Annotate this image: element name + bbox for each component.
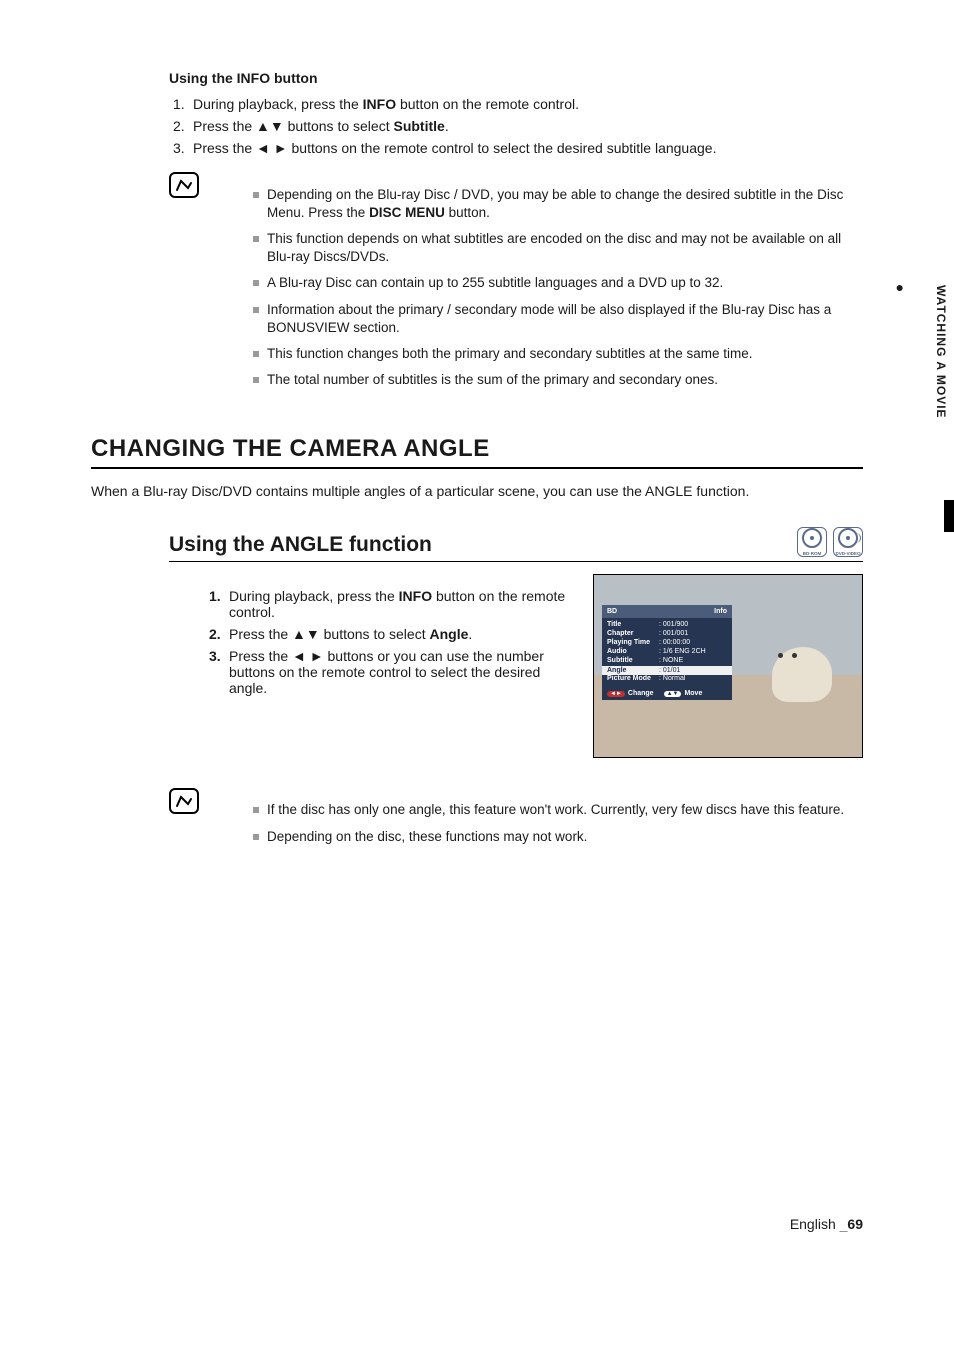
info-notes-list: Depending on the Blu-ray Disc / DVD, you…	[213, 186, 863, 398]
bd-rom-icon: BD-ROM	[797, 527, 827, 557]
disc-compat-icons: BD-ROM DVD-VIDEO	[797, 527, 863, 557]
osd-foot-move: ▲▼Move	[664, 690, 703, 697]
using-angle-function-heading: Using the ANGLE function	[169, 533, 432, 557]
footer-language: English	[790, 1216, 836, 1232]
osd-row-playing-time: Playing Time00:00:00	[607, 639, 727, 646]
info-steps-list: 1.During playback, press the INFO button…	[169, 96, 863, 156]
step-item: 1.During playback, press the INFO button…	[173, 96, 863, 112]
info-button-subhead: Using the INFO button	[169, 70, 863, 86]
puppy-image	[772, 647, 832, 702]
page-footer: English _69	[790, 1216, 863, 1232]
osd-row-title: Title001/900	[607, 621, 727, 628]
osd-row-angle: Angle01/01	[602, 666, 732, 675]
dvd-video-icon: DVD-VIDEO	[833, 527, 863, 557]
info-osd-panel: BD Info Title001/900 Chapter001/001 Playin…	[602, 605, 732, 700]
note-item: Depending on the Blu-ray Disc / DVD, you…	[253, 186, 863, 222]
step-item: 3.Press the ◄ ► buttons or you can use t…	[209, 648, 573, 696]
side-tab-marker	[944, 500, 954, 532]
camera-angle-lead: When a Blu-ray Disc/DVD contains multipl…	[91, 483, 863, 499]
side-tab-label: WATCHING A MOVIE	[928, 275, 954, 429]
osd-row-audio: Audio1/6 ENG 2CH	[607, 648, 727, 655]
note-item: A Blu-ray Disc can contain up to 255 sub…	[253, 274, 863, 292]
note-item: This function changes both the primary a…	[253, 345, 863, 363]
note-item: Depending on the disc, these functions m…	[253, 828, 863, 846]
step-item: 3.Press the ◄ ► buttons on the remote co…	[173, 140, 863, 156]
osd-row-subtitle: SubtitleNONE	[607, 657, 727, 664]
osd-head-right: Info	[714, 608, 727, 615]
step-item: 2.Press the ▲▼ buttons to select Angle.	[209, 626, 573, 642]
side-tab-bullet: ●	[896, 279, 904, 295]
step-item: 2.Press the ▲▼ buttons to select Subtitl…	[173, 118, 863, 134]
note-icon	[169, 172, 199, 198]
note-item: This function depends on what subtitles …	[253, 230, 863, 266]
angle-osd-screenshot: BD Info Title001/900 Chapter001/001 Playin…	[593, 574, 863, 758]
angle-notes-list: If the disc has only one angle, this fea…	[213, 801, 863, 853]
note-item: The total number of subtitles is the sum…	[253, 371, 863, 389]
angle-steps-list: 1.During playback, press the INFO button…	[169, 588, 573, 744]
note-icon	[169, 788, 199, 814]
osd-row-picture-mode: Picture ModeNormal	[607, 675, 727, 682]
changing-camera-angle-heading: CHANGING THE CAMERA ANGLE	[91, 435, 863, 469]
osd-foot-change: ◄►Change	[607, 690, 654, 697]
page-number: 69	[847, 1216, 863, 1232]
osd-row-chapter: Chapter001/001	[607, 630, 727, 637]
step-item: 1.During playback, press the INFO button…	[209, 588, 573, 620]
note-item: If the disc has only one angle, this fea…	[253, 801, 863, 819]
osd-head-left: BD	[607, 608, 617, 615]
note-item: Information about the primary / secondar…	[253, 301, 863, 337]
